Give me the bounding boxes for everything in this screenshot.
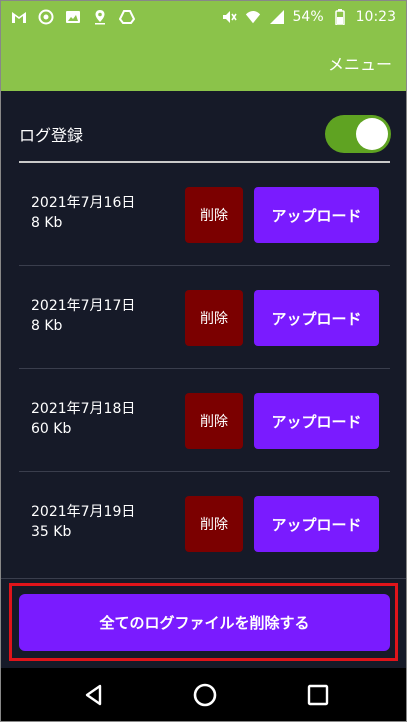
navigation-bar bbox=[1, 668, 406, 721]
log-recording-label: ログ登録 bbox=[19, 126, 84, 145]
upload-button[interactable]: アップロード bbox=[254, 187, 379, 243]
log-recording-row: ログ登録 bbox=[19, 115, 391, 153]
toggle-knob bbox=[356, 118, 388, 150]
log-file-item: 2021年7月19日 35 Kb 削除 アップロード bbox=[19, 472, 390, 575]
log-file-info: 2021年7月19日 35 Kb bbox=[31, 502, 135, 542]
delete-button[interactable]: 削除 bbox=[185, 496, 243, 552]
wifi-icon bbox=[245, 9, 261, 25]
recent-apps-icon[interactable] bbox=[303, 680, 333, 710]
log-recording-toggle[interactable] bbox=[325, 115, 391, 153]
home-icon[interactable] bbox=[190, 680, 220, 710]
log-file-item: 2021年7月16日 8 Kb 削除 アップロード bbox=[19, 163, 390, 266]
log-file-size: 8 Kb bbox=[31, 318, 63, 334]
drive-icon bbox=[119, 9, 135, 25]
back-icon[interactable] bbox=[79, 680, 109, 710]
log-file-info: 2021年7月18日 60 Kb bbox=[31, 399, 135, 439]
clock: 10:23 bbox=[355, 9, 396, 25]
log-file-date: 2021年7月18日 bbox=[31, 401, 136, 417]
status-bar: 54% 10:23 bbox=[1, 1, 406, 33]
log-file-size: 8 Kb bbox=[31, 215, 63, 231]
log-file-item: 2021年7月17日 8 Kb 削除 アップロード bbox=[19, 266, 390, 369]
log-file-size: 35 Kb bbox=[31, 524, 72, 540]
app-bar: メニュー bbox=[1, 33, 406, 91]
upload-button[interactable]: アップロード bbox=[254, 496, 379, 552]
menu-button[interactable]: メニュー bbox=[328, 51, 392, 75]
log-file-item: 2021年7月18日 60 Kb 削除 アップロード bbox=[19, 369, 390, 472]
mute-icon bbox=[221, 9, 237, 25]
log-file-info: 2021年7月17日 8 Kb bbox=[31, 296, 135, 336]
gmail-icon bbox=[11, 9, 27, 25]
log-file-date: 2021年7月19日 bbox=[31, 504, 136, 520]
battery-percent: 54% bbox=[292, 9, 324, 25]
wifi-signal-app-icon bbox=[38, 9, 54, 25]
delete-button[interactable]: 削除 bbox=[185, 393, 243, 449]
cell-signal-icon bbox=[269, 9, 285, 25]
location-icon bbox=[92, 9, 108, 25]
log-file-info: 2021年7月16日 8 Kb bbox=[31, 193, 135, 233]
log-file-date: 2021年7月17日 bbox=[31, 298, 136, 314]
phone-screen: 54% 10:23 メニュー ログ登録 2021年7月16日 8 Kb 削除 ア… bbox=[0, 0, 407, 722]
delete-button[interactable]: 削除 bbox=[185, 290, 243, 346]
battery-icon bbox=[332, 9, 348, 25]
image-icon bbox=[65, 9, 81, 25]
delete-all-logs-button[interactable]: 全てのログファイルを削除する bbox=[19, 594, 390, 651]
log-file-date: 2021年7月16日 bbox=[31, 195, 136, 211]
log-file-size: 60 Kb bbox=[31, 421, 72, 437]
delete-button[interactable]: 削除 bbox=[185, 187, 243, 243]
upload-button[interactable]: アップロード bbox=[254, 393, 379, 449]
upload-button[interactable]: アップロード bbox=[254, 290, 379, 346]
log-file-list: 2021年7月16日 8 Kb 削除 アップロード 2021年7月17日 8 K… bbox=[19, 163, 390, 575]
